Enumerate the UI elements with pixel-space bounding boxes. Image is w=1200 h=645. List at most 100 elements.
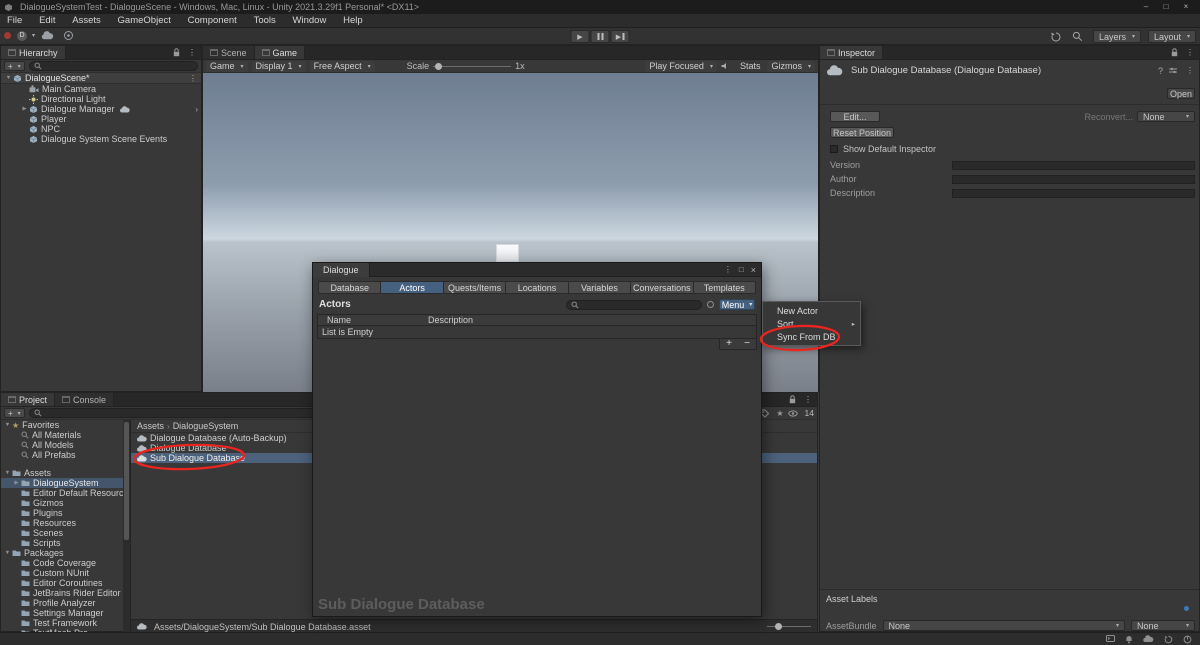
asset-label-dot-icon[interactable] [1184, 606, 1189, 611]
hierarchy-item-npc[interactable]: NPC [1, 124, 201, 134]
tab-templates[interactable]: Templates [693, 281, 756, 294]
play-focused-dropdown[interactable]: Play Focused ▾ [645, 60, 717, 72]
menu-gameobject[interactable]: GameObject [111, 14, 178, 27]
open-button[interactable]: Open [1167, 88, 1195, 99]
author-field[interactable] [952, 174, 1195, 184]
scene-header-row[interactable]: ▼ DialogueScene* ⋮ [1, 73, 201, 84]
favorite-all-prefabs[interactable]: All Prefabs [1, 450, 123, 460]
help-icon[interactable]: ? [1158, 66, 1163, 76]
tab-quests-items[interactable]: Quests/Items [443, 281, 507, 294]
menu-window[interactable]: Window [286, 14, 334, 27]
tree-scrollbar[interactable] [123, 420, 130, 633]
version-control-status-icon[interactable] [4, 32, 11, 39]
saved-search-star-icon[interactable]: ★ [776, 409, 783, 418]
breadcrumb-current[interactable]: DialogueSystem [173, 421, 239, 431]
tree-scrollbar-thumb[interactable] [124, 422, 129, 540]
hierarchy-item-main-camera[interactable]: Main Camera [1, 84, 201, 94]
assetbundle-dropdown[interactable]: None ▾ [882, 620, 1125, 631]
cloud-services-icon[interactable] [41, 31, 54, 40]
undo-history-icon[interactable] [1050, 31, 1062, 43]
menu-edit[interactable]: Edit [32, 14, 62, 27]
package-editor-coroutines[interactable]: Editor Coroutines [1, 578, 123, 588]
close-button[interactable]: × [1176, 0, 1196, 14]
hierarchy-item-dialogue-system-scene-events[interactable]: Dialogue System Scene Events [1, 134, 201, 144]
icon-size-slider[interactable] [767, 622, 811, 631]
package-profile-analyzer[interactable]: Profile Analyzer [1, 598, 123, 608]
inspector-tab[interactable]: Inspector [820, 46, 884, 59]
status-progress-icon[interactable] [1183, 635, 1192, 644]
menu-item-sync-from-db[interactable]: Sync From DB [763, 330, 860, 343]
lock-icon[interactable] [789, 395, 796, 404]
assets-root-folder[interactable]: ▼ Assets [1, 468, 123, 478]
favorites-group[interactable]: ▼ ★ Favorites [1, 420, 123, 430]
hierarchy-search-input[interactable] [28, 61, 198, 71]
folder-plugins[interactable]: Plugins [1, 508, 123, 518]
lock-icon[interactable] [173, 48, 180, 57]
reset-position-button[interactable]: Reset Position [830, 127, 894, 138]
account-dropdown[interactable]: D ▾ [17, 30, 35, 41]
favorite-all-models[interactable]: All Models [1, 440, 123, 450]
minimize-button[interactable]: – [1136, 0, 1156, 14]
menu-assets[interactable]: Assets [65, 14, 108, 27]
search-icon[interactable] [1072, 31, 1083, 42]
menu-tools[interactable]: Tools [247, 14, 283, 27]
hierarchy-item-dialogue-manager[interactable]: ▶ Dialogue Manager › [1, 104, 201, 114]
menu-file[interactable]: File [0, 14, 29, 27]
package-custom-nunit[interactable]: Custom NUnit [1, 568, 123, 578]
remove-actor-button[interactable]: − [738, 339, 756, 349]
menu-dropdown-button[interactable]: Menu ▾ [719, 299, 755, 310]
actors-search-input[interactable] [566, 299, 702, 310]
kebab-menu-icon[interactable]: ⋮ [189, 74, 197, 83]
create-asset-button[interactable]: + ▾ [4, 408, 25, 418]
aspect-ratio-dropdown[interactable]: Free Aspect ▾ [309, 60, 375, 72]
package-test-framework[interactable]: Test Framework [1, 618, 123, 628]
folder-resources[interactable]: Resources [1, 518, 123, 528]
game-view-tab[interactable]: Game [254, 46, 306, 59]
menu-component[interactable]: Component [181, 14, 244, 27]
kebab-menu-icon[interactable]: ⋮ [724, 265, 732, 274]
package-settings-manager[interactable]: Settings Manager [1, 608, 123, 618]
package-jetbrains-rider-editor[interactable]: JetBrains Rider Editor [1, 588, 123, 598]
version-field[interactable] [952, 160, 1195, 170]
status-cloud-icon[interactable] [1143, 635, 1154, 643]
package-code-coverage[interactable]: Code Coverage [1, 558, 123, 568]
folder-dialoguesystem[interactable]: ▶ DialogueSystem [1, 478, 123, 488]
layers-dropdown[interactable]: Layers ▾ [1093, 30, 1141, 43]
hierarchy-item-player[interactable]: Player [1, 114, 201, 124]
assetbundle-variant-dropdown[interactable]: None ▾ [1131, 620, 1195, 631]
folder-scenes[interactable]: Scenes [1, 528, 123, 538]
game-target-dropdown[interactable]: Game ▾ [206, 60, 248, 72]
maximize-icon[interactable]: □ [739, 265, 744, 274]
tab-conversations[interactable]: Conversations [631, 281, 694, 294]
menu-item-sort[interactable]: Sort ▸ [763, 317, 860, 330]
tab-variables[interactable]: Variables [568, 281, 632, 294]
dialogue-window-tab[interactable]: Dialogue [313, 262, 370, 277]
maximize-button[interactable]: □ [1156, 0, 1176, 14]
tab-locations[interactable]: Locations [506, 281, 569, 294]
folder-editor-default-resources[interactable]: Editor Default Resources [1, 488, 123, 498]
project-tab[interactable]: Project [1, 393, 56, 406]
kebab-menu-icon[interactable]: ⋮ [804, 395, 812, 404]
lock-icon[interactable] [1171, 48, 1178, 57]
kebab-menu-icon[interactable]: ⋮ [1186, 48, 1194, 57]
presets-icon[interactable] [1168, 66, 1178, 75]
column-header-description[interactable]: Description [428, 315, 473, 325]
scale-slider[interactable] [433, 62, 512, 71]
status-console-icon[interactable] [1106, 635, 1115, 643]
close-icon[interactable]: × [751, 265, 756, 275]
search-scope-toggle-icon[interactable] [707, 301, 714, 308]
breadcrumb-root[interactable]: Assets [137, 421, 164, 431]
display-dropdown[interactable]: Display 1 ▾ [251, 60, 306, 72]
step-button[interactable]: ▶ [610, 30, 630, 43]
foldout-open-icon[interactable]: ▼ [4, 75, 13, 81]
status-bell-icon[interactable] [1125, 635, 1133, 644]
foldout-closed-icon[interactable]: ▶ [20, 106, 29, 112]
layout-dropdown[interactable]: Layout ▾ [1148, 30, 1196, 43]
hierarchy-tab[interactable]: Hierarchy [1, 46, 66, 59]
stats-button[interactable]: Stats [737, 61, 764, 71]
scene-view-tab[interactable]: Scene [203, 46, 255, 59]
column-header-name[interactable]: Name [327, 315, 428, 325]
packages-root-folder[interactable]: ▼ Packages [1, 548, 123, 558]
menu-item-new-actor[interactable]: New Actor [763, 304, 860, 317]
kebab-menu-icon[interactable]: ⋮ [188, 48, 196, 57]
